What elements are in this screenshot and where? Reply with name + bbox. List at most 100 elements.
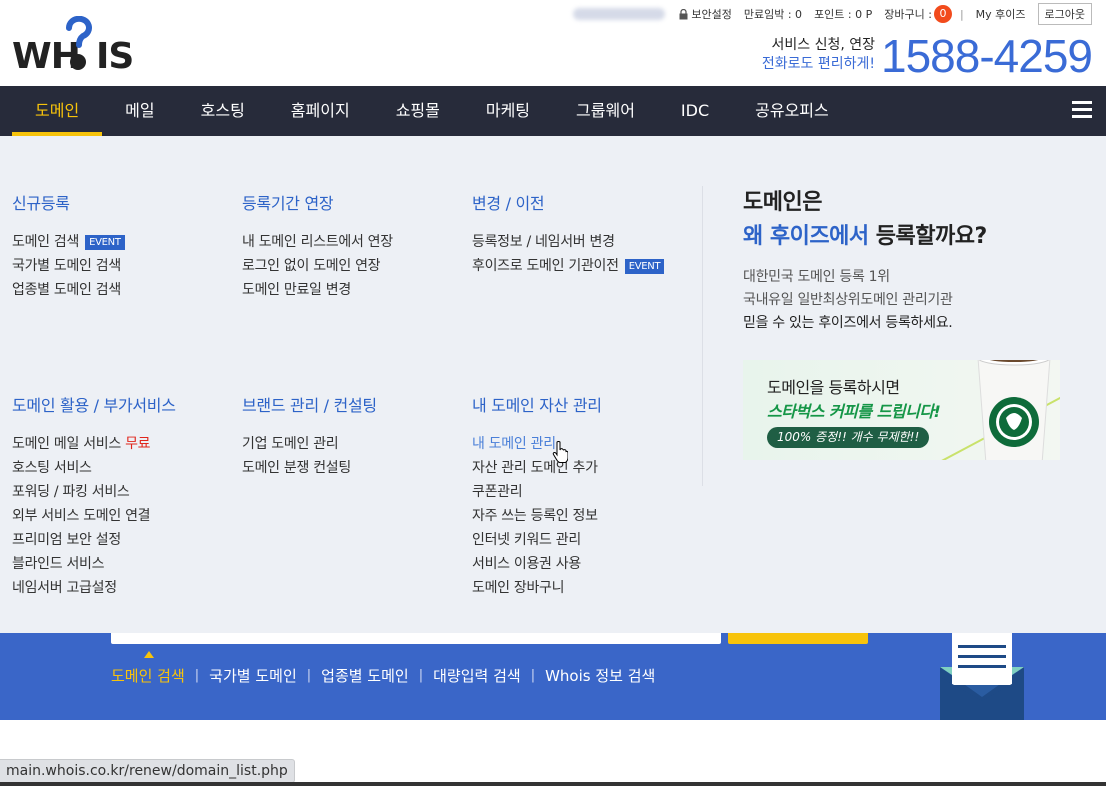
promo-title: 도메인은 왜 후이즈에서 등록할까요?: [743, 186, 987, 254]
menu-link-domain-mail[interactable]: 도메인 메일 서비스 무료: [12, 432, 176, 456]
menu-link-domain-search[interactable]: 도메인 검색 EVENT: [12, 230, 125, 254]
phone-contact: 서비스 신청, 연장 전화로도 편리하게! 1588-4259: [762, 30, 1093, 82]
nav-item-mail[interactable]: 메일: [102, 86, 177, 136]
points-link[interactable]: 포인트 : 0 P: [814, 6, 872, 22]
cart-link[interactable]: 장바구니 : 0: [884, 5, 952, 23]
browser-status-url: main.whois.co.kr/renew/domain_list.php: [0, 759, 295, 783]
nav-item-marketing[interactable]: 마케팅: [463, 86, 553, 136]
search-link-sep: |: [194, 668, 200, 683]
search-link-sep: |: [306, 668, 312, 683]
nav-item-shared-office[interactable]: 공유오피스: [732, 86, 852, 136]
menu-divider: [702, 186, 703, 486]
menu-link-transfer-to-whois[interactable]: 후이즈로 도메인 기관이전 EVENT: [472, 254, 665, 278]
security-settings-label: 보안설정: [691, 8, 732, 21]
menu-link-industry-domain-search[interactable]: 업종별 도메인 검색: [12, 278, 125, 302]
nav-item-groupware[interactable]: 그룹웨어: [553, 86, 658, 136]
security-settings-link[interactable]: 보안설정: [679, 6, 732, 22]
promo-desc-line3: 믿을 수 있는 후이즈에서 등록하세요.: [743, 315, 953, 331]
menu-link-dispute-consulting[interactable]: 도메인 분쟁 컨설팅: [242, 456, 377, 480]
menu-link-change-expiry[interactable]: 도메인 만료일 변경: [242, 278, 393, 302]
event-tag: EVENT: [85, 235, 125, 250]
starbucks-promo-banner[interactable]: 도메인을 등록하시면 스타벅스 커피를 드립니다! 100% 증정!! 개수 무…: [743, 360, 1060, 460]
banner-line2: 스타벅스 커피를 드립니다!: [767, 402, 941, 421]
phone-number: 1588-4259: [881, 30, 1093, 82]
promo-title-line1: 도메인은: [743, 190, 822, 215]
search-link-whois-info[interactable]: Whois 정보 검색: [545, 665, 655, 686]
hamburger-icon[interactable]: [1072, 101, 1092, 119]
menu-link-hosting-service[interactable]: 호스팅 서비스: [12, 456, 176, 480]
free-label: 무료: [125, 436, 151, 452]
menu-link-my-domain-manage[interactable]: 내 도메인 관리: [472, 432, 602, 456]
coffee-cup-icon: [977, 360, 1051, 460]
phone-caption-line2: 전화로도 편리하게!: [761, 56, 876, 72]
menu-link-transfer-label: 후이즈로 도메인 기관이전: [472, 258, 619, 274]
search-link-bulk[interactable]: 대량입력 검색: [433, 665, 521, 686]
menu-link-premium-security[interactable]: 프리미엄 보안 설정: [12, 528, 176, 552]
whois-logo[interactable]: WH IS: [12, 15, 142, 77]
menu-heading-new-registration[interactable]: 신규등록: [12, 190, 125, 214]
bottom-edge: [0, 782, 1106, 786]
menu-link-internet-keyword[interactable]: 인터넷 키워드 관리: [472, 528, 602, 552]
promo-title-highlight: 왜 후이즈에서: [743, 224, 869, 249]
menu-link-external-connect[interactable]: 외부 서비스 도메인 연결: [12, 504, 176, 528]
menu-link-service-voucher[interactable]: 서비스 이용권 사용: [472, 552, 602, 576]
search-link-industry[interactable]: 업종별 도메인: [321, 665, 409, 686]
menu-link-nameserver-advanced[interactable]: 네임서버 고급설정: [12, 576, 176, 600]
svg-text:IS: IS: [96, 36, 133, 76]
menu-link-forwarding-parking[interactable]: 포워딩 / 파킹 서비스: [12, 480, 176, 504]
logout-button[interactable]: 로그아웃: [1037, 3, 1092, 25]
search-link-domain[interactable]: 도메인 검색: [111, 651, 185, 686]
menu-link-add-asset-domain[interactable]: 자산 관리 도메인 추가: [472, 456, 602, 480]
envelope-icon: [940, 633, 1024, 720]
promo-desc-line1: 대한민국 도메인 등록 1위: [743, 269, 890, 285]
event-tag: EVENT: [624, 259, 665, 274]
menu-heading-brand[interactable]: 브랜드 관리 / 컨설팅: [242, 392, 377, 416]
menu-col-addon: 도메인 활용 / 부가서비스 도메인 메일 서비스 무료 호스팅 서비스 포워딩…: [12, 392, 176, 600]
menu-link-extend-from-list[interactable]: 내 도메인 리스트에서 연장: [242, 230, 393, 254]
lock-icon: [679, 8, 688, 19]
menu-link-domain-cart[interactable]: 도메인 장바구니: [472, 576, 602, 600]
menu-col-brand: 브랜드 관리 / 컨설팅 기업 도메인 관리 도메인 분쟁 컨설팅: [242, 392, 377, 480]
my-whois-link[interactable]: My 후이즈: [976, 6, 1026, 22]
main-nav: 도메인 메일 호스팅 홈페이지 쇼핑몰 마케팅 그룹웨어 IDC 공유오피스: [0, 86, 1106, 136]
expiry-soon-link[interactable]: 만료임박 : 0: [744, 6, 802, 22]
nav-list: 도메인 메일 호스팅 홈페이지 쇼핑몰 마케팅 그룹웨어 IDC 공유오피스: [0, 86, 1106, 136]
menu-link-domain-mail-label: 도메인 메일 서비스: [12, 436, 126, 452]
menu-link-extend-without-login[interactable]: 로그인 없이 도메인 연장: [242, 254, 393, 278]
search-link-sep: |: [418, 668, 424, 683]
nav-item-shoppingmall[interactable]: 쇼핑몰: [373, 86, 463, 136]
cart-count-badge: 0: [933, 5, 952, 23]
menu-col-assets: 내 도메인 자산 관리 내 도메인 관리 자산 관리 도메인 추가 쿠폰관리 자…: [472, 392, 602, 600]
promo-description: 대한민국 도메인 등록 1위 국내유일 일반최상위도메인 관리기관 믿을 수 있…: [743, 266, 987, 335]
hand-cursor-icon: [552, 441, 568, 463]
menu-col-extend: 등록기간 연장 내 도메인 리스트에서 연장 로그인 없이 도메인 연장 도메인…: [242, 190, 393, 302]
nav-item-hosting[interactable]: 호스팅: [178, 86, 268, 136]
menu-link-change-nameserver[interactable]: 등록정보 / 네임서버 변경: [472, 230, 664, 254]
menu-heading-addon[interactable]: 도메인 활용 / 부가서비스: [12, 392, 176, 416]
blurred-username: [573, 8, 666, 20]
menu-link-corporate-domain[interactable]: 기업 도메인 관리: [242, 432, 377, 456]
menu-heading-assets[interactable]: 내 도메인 자산 관리: [472, 392, 602, 416]
nav-item-homepage[interactable]: 홈페이지: [268, 86, 373, 136]
menu-col-new-registration: 신규등록 도메인 검색 EVENT 국가별 도메인 검색 업종별 도메인 검색: [12, 190, 125, 302]
domain-mega-menu: 신규등록 도메인 검색 EVENT 국가별 도메인 검색 업종별 도메인 검색 등…: [0, 136, 1106, 633]
nav-item-domain[interactable]: 도메인: [12, 86, 103, 136]
promo-desc-line2: 국내유일 일반최상위도메인 관리기관: [743, 292, 953, 308]
menu-heading-transfer[interactable]: 변경 / 이전: [472, 190, 664, 214]
menu-heading-extend[interactable]: 등록기간 연장: [242, 190, 393, 214]
menu-link-country-domain-search[interactable]: 국가별 도메인 검색: [12, 254, 125, 278]
logo-mark: WH IS: [12, 15, 134, 77]
menu-col-transfer: 변경 / 이전 등록정보 / 네임서버 변경 후이즈로 도메인 기관이전 EVEN…: [472, 190, 665, 278]
nav-item-idc[interactable]: IDC: [658, 86, 732, 136]
search-button-edge[interactable]: [728, 633, 868, 644]
menu-link-coupon[interactable]: 쿠폰관리: [472, 480, 602, 504]
search-input-edge[interactable]: [111, 633, 721, 644]
menu-link-blind-service[interactable]: 블라인드 서비스: [12, 552, 176, 576]
menu-link-frequent-registrant[interactable]: 자주 쓰는 등록인 정보: [472, 504, 602, 528]
banner-line1: 도메인을 등록하시면: [767, 378, 900, 397]
search-link-sep: |: [530, 668, 536, 683]
phone-caption-line1: 서비스 신청, 연장: [771, 37, 876, 53]
phone-caption: 서비스 신청, 연장 전화로도 편리하게!: [762, 36, 875, 74]
promo-panel: 도메인은 왜 후이즈에서 등록할까요? 대한민국 도메인 등록 1위 국내유일 …: [743, 186, 987, 335]
search-link-country[interactable]: 국가별 도메인: [209, 665, 297, 686]
